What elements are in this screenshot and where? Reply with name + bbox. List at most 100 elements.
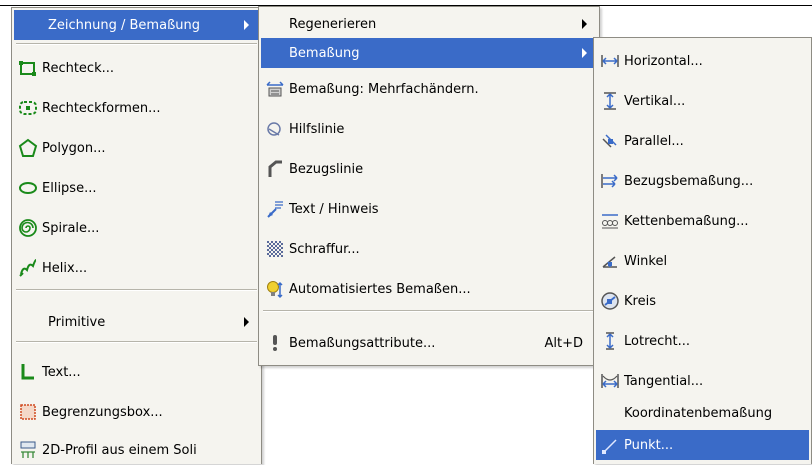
multi-edit-dimension-icon bbox=[265, 79, 285, 99]
menu-item-automatisiertes-bemassen[interactable]: Automatisiertes Bemaßen... bbox=[261, 274, 597, 304]
menu-item-begrenzungsbox[interactable]: Begrenzungsbox... bbox=[14, 397, 259, 427]
menu-item-bemassung[interactable]: Bemaßung bbox=[261, 38, 597, 68]
construction-line-icon bbox=[265, 119, 285, 139]
baseline-dimension-icon bbox=[600, 171, 620, 191]
menu-item-label: Horizontal... bbox=[624, 53, 703, 69]
chain-dimension-icon bbox=[600, 211, 620, 231]
menu-item-label: Tangential... bbox=[624, 373, 704, 389]
menu-item-label: Kettenbemaßung... bbox=[624, 213, 749, 229]
menu-item-label: Zeichnung / Bemaßung bbox=[48, 17, 200, 33]
menu-item-hilfslinie[interactable]: Hilfslinie bbox=[261, 114, 597, 144]
lightbulb-icon bbox=[265, 279, 285, 299]
vertical-dimension-icon bbox=[600, 91, 620, 111]
menu-item-label: Bemaßung: Mehrfachändern. bbox=[289, 81, 479, 97]
menu-item-label: Spirale... bbox=[42, 220, 100, 236]
text-note-icon bbox=[265, 199, 285, 219]
menu-item-label: Schraffur... bbox=[289, 241, 360, 257]
menu-item-label: Bezugslinie bbox=[289, 161, 364, 177]
menu-item-rechteckformen[interactable]: Rechteckformen... bbox=[14, 93, 259, 123]
menu-item-lotrecht[interactable]: Lotrecht... bbox=[596, 326, 809, 356]
menu-item-bemassung-mehrfachaendern[interactable]: Bemaßung: Mehrfachändern. bbox=[261, 74, 597, 104]
menu-item-label: Text... bbox=[42, 364, 81, 380]
menu-item-2d-profil[interactable]: 2D-Profil aus einem Soli bbox=[14, 435, 259, 465]
text-tool-icon bbox=[18, 362, 38, 382]
menu-item-regenerieren[interactable]: Regenerieren bbox=[261, 9, 597, 39]
attributes-icon bbox=[265, 333, 285, 353]
parallel-dimension-icon bbox=[600, 131, 620, 151]
tangential-dimension-icon bbox=[600, 371, 620, 391]
menu-item-helix[interactable]: Helix... bbox=[14, 253, 259, 283]
hatch-pattern-icon bbox=[265, 239, 285, 259]
menu-item-label: Rechteck... bbox=[42, 60, 115, 76]
menu-item-label: Kreis bbox=[624, 293, 656, 309]
submenu-arrow-icon bbox=[582, 48, 587, 58]
menu-item-label: Begrenzungsbox... bbox=[42, 404, 163, 420]
menu-separator bbox=[16, 43, 257, 45]
draw-menu: Zeichnung / Bemaßung Rechteck... Rechtec… bbox=[11, 7, 262, 464]
polygon-icon bbox=[18, 138, 38, 158]
menu-item-kettenbemassung[interactable]: Kettenbemaßung... bbox=[596, 206, 809, 236]
spiral-icon bbox=[18, 218, 38, 238]
menu-item-label: Rechteckformen... bbox=[42, 100, 161, 116]
menu-item-polygon[interactable]: Polygon... bbox=[14, 133, 259, 163]
menu-item-punkt[interactable]: Punkt... bbox=[596, 430, 809, 460]
menu-item-horizontal[interactable]: Horizontal... bbox=[596, 46, 809, 76]
menu-item-ellipse[interactable]: Ellipse... bbox=[14, 173, 259, 203]
menu-item-bezugslinie[interactable]: Bezugslinie bbox=[261, 154, 597, 184]
menu-item-label: Winkel bbox=[624, 253, 668, 269]
menu-item-label: Parallel... bbox=[624, 133, 684, 149]
point-dimension-icon bbox=[600, 435, 620, 455]
menu-separator bbox=[16, 289, 257, 291]
menu-item-text[interactable]: Text... bbox=[14, 357, 259, 387]
menu-item-tangential[interactable]: Tangential... bbox=[596, 366, 809, 396]
menu-separator bbox=[263, 310, 595, 312]
horizontal-dimension-icon bbox=[600, 51, 620, 71]
menu-item-parallel[interactable]: Parallel... bbox=[596, 126, 809, 156]
menu-item-label: Vertikal... bbox=[624, 93, 686, 109]
rectangle-icon bbox=[18, 58, 38, 78]
menu-item-label: Bemaßungsattribute... bbox=[289, 335, 436, 351]
bemassung-submenu: Horizontal... Vertikal... Parallel... Be… bbox=[593, 37, 812, 464]
menu-item-kreis[interactable]: Kreis bbox=[596, 286, 809, 316]
menu-item-text-hinweis[interactable]: Text / Hinweis bbox=[261, 194, 597, 224]
shortcut-label: Alt+D bbox=[544, 335, 583, 351]
menu-item-label: Text / Hinweis bbox=[289, 201, 379, 217]
ellipse-icon bbox=[18, 178, 38, 198]
menu-item-vertikal[interactable]: Vertikal... bbox=[596, 86, 809, 116]
angle-dimension-icon bbox=[600, 251, 620, 271]
submenu-arrow-icon bbox=[244, 20, 249, 30]
menu-item-label: Koordinatenbemaßung bbox=[624, 405, 773, 421]
menu-item-label: Bezugsbemaßung... bbox=[624, 173, 754, 189]
menu-item-winkel[interactable]: Winkel bbox=[596, 246, 809, 276]
menu-item-label: Polygon... bbox=[42, 140, 106, 156]
menu-item-label: Hilfslinie bbox=[289, 121, 345, 137]
menu-item-label: Regenerieren bbox=[289, 16, 377, 32]
perpendicular-dimension-icon bbox=[600, 331, 620, 351]
leader-line-icon bbox=[265, 159, 285, 179]
bounding-box-icon bbox=[18, 402, 38, 422]
menu-item-label: Bemaßung bbox=[289, 45, 360, 61]
menu-item-label: 2D-Profil aus einem Soli bbox=[42, 442, 197, 458]
menu-item-label: Punkt... bbox=[624, 437, 674, 453]
menu-separator bbox=[16, 341, 257, 343]
menu-item-label: Automatisiertes Bemaßen... bbox=[289, 281, 471, 297]
menu-item-spirale[interactable]: Spirale... bbox=[14, 213, 259, 243]
menu-item-zeichnung-bemassung[interactable]: Zeichnung / Bemaßung bbox=[14, 10, 259, 40]
circle-dimension-icon bbox=[600, 291, 620, 311]
menu-item-schraffur[interactable]: Schraffur... bbox=[261, 234, 597, 264]
menu-item-bezugsbemassung[interactable]: Bezugsbemaßung... bbox=[596, 166, 809, 196]
menu-item-rechteck[interactable]: Rechteck... bbox=[14, 53, 259, 83]
menu-item-label: Helix... bbox=[42, 260, 88, 276]
profile-2d-icon bbox=[18, 440, 38, 460]
rounded-rectangle-icon bbox=[18, 98, 38, 118]
menu-item-label: Lotrecht... bbox=[624, 333, 691, 349]
submenu-arrow-icon bbox=[582, 19, 587, 29]
menu-item-label: Primitive bbox=[48, 314, 106, 330]
menu-item-bemassungsattribute[interactable]: Bemaßungsattribute... Alt+D bbox=[261, 328, 597, 358]
helix-icon bbox=[18, 258, 38, 278]
menu-item-label: Ellipse... bbox=[42, 180, 97, 196]
menu-item-primitive[interactable]: Primitive bbox=[14, 307, 259, 337]
submenu-arrow-icon bbox=[244, 317, 249, 327]
menu-item-koordinatenbemassung[interactable]: Koordinatenbemaßung bbox=[596, 398, 809, 428]
dimension-submenu: Regenerieren Bemaßung Bemaßung: Mehrfach… bbox=[258, 6, 600, 366]
